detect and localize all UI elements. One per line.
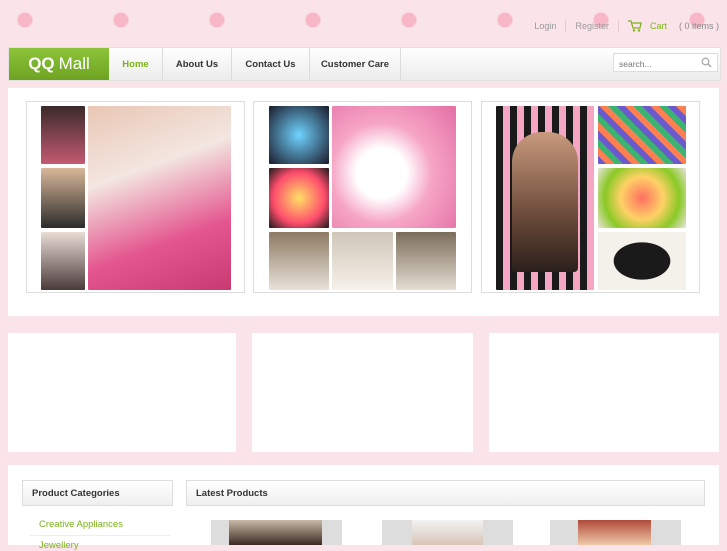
promo-box-1 [8,333,236,452]
featured-banner-panel [8,88,719,316]
logo-text-qq: QQ [28,54,55,73]
promo-box-2 [252,333,473,452]
product-thumbnail[interactable] [382,520,513,545]
promo-box-3 [489,333,719,452]
latest-products-title: Latest Products [196,488,268,499]
product-categories-header: Product Categories [22,480,173,506]
product-categories-title: Product Categories [32,488,120,499]
register-link[interactable]: Register [575,21,609,31]
cart-count: ( 0 items ) [678,21,719,31]
top-user-bar: Login Register Cart ( 0 items ) [534,18,719,34]
product-thumbnail[interactable] [550,520,681,545]
featured-image-toys[interactable] [253,101,472,293]
logo[interactable]: QQ Mall [9,48,109,80]
divider [617,20,619,32]
divider [565,20,567,32]
main-navbar: QQ Mall Home About Us Contact Us Custome… [8,47,721,81]
nav-home[interactable]: Home [109,48,163,80]
cart-link[interactable]: Cart [650,21,667,31]
featured-image-fashion[interactable] [26,101,245,293]
search-box [613,53,718,73]
nav-contact-us[interactable]: Contact Us [232,48,310,80]
divider [30,535,170,536]
search-icon[interactable] [701,57,712,68]
logo-text-mall: Mall [58,54,90,73]
latest-products-header: Latest Products [186,480,705,506]
nav-about-us[interactable]: About Us [163,48,232,80]
nav-customer-care[interactable]: Customer Care [310,48,401,80]
search-input[interactable] [614,55,699,73]
category-link[interactable]: Jewellery [39,540,79,551]
featured-image-hair-accessories[interactable] [481,101,700,293]
category-link[interactable]: Creative Appliances [39,519,123,530]
product-thumbnail[interactable] [211,520,342,545]
login-link[interactable]: Login [534,21,556,31]
content-panel: Product Categories Latest Products Creat… [8,465,719,551]
cart-icon[interactable] [627,20,642,32]
